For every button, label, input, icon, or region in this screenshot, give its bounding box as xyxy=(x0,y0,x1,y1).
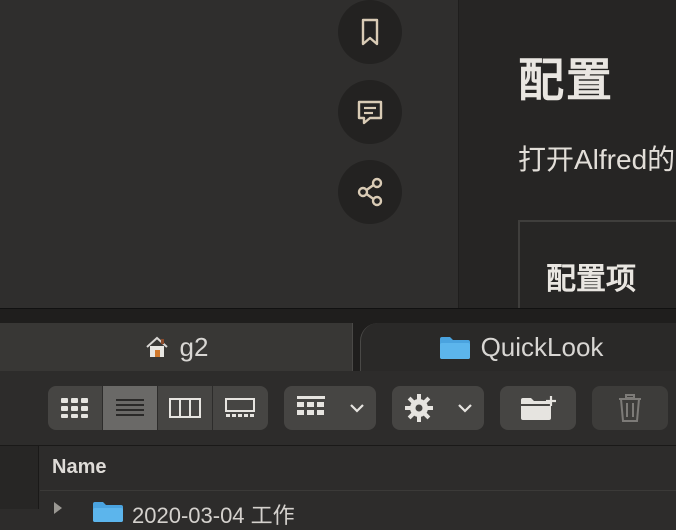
finder-toolbar xyxy=(0,371,676,446)
gear-icon xyxy=(404,394,433,422)
share-button[interactable] xyxy=(338,160,402,224)
list-icon xyxy=(116,399,144,416)
config-table: 配置项 xyxy=(518,220,676,308)
new-folder-button[interactable] xyxy=(500,386,576,430)
share-icon xyxy=(357,177,383,207)
view-mode-control xyxy=(48,386,268,430)
trash-icon xyxy=(619,394,641,422)
gallery-icon xyxy=(225,398,255,417)
web-content-area: 配置 打开Alfred的 配置项 xyxy=(0,0,676,308)
tab-quicklook[interactable]: QuickLook xyxy=(360,323,676,371)
tab-bar: g2 QuickLook xyxy=(0,309,676,371)
article-paragraph: 打开Alfred的 xyxy=(518,144,676,175)
file-name: 2020-03-04 工作 xyxy=(132,503,295,528)
table-header-cell: 配置项 xyxy=(546,263,636,296)
page-title: 配置 xyxy=(518,54,614,106)
column-view-button[interactable] xyxy=(158,386,213,430)
columns-icon xyxy=(169,398,201,418)
chevron-down-icon xyxy=(457,404,472,413)
tab-g2[interactable]: g2 xyxy=(0,323,353,371)
column-header-name[interactable]: Name xyxy=(52,456,106,479)
chevron-down-icon xyxy=(349,404,364,413)
file-list: Name 2020-03-04 工作 xyxy=(0,446,676,528)
folder-icon xyxy=(439,334,471,360)
tab-label: QuickLook xyxy=(480,331,604,362)
folder-icon xyxy=(92,500,124,527)
group-by-button[interactable] xyxy=(284,386,376,430)
sidebar xyxy=(0,446,39,509)
trash-button[interactable] xyxy=(592,386,668,430)
bookmark-icon xyxy=(361,18,379,46)
gallery-view-button[interactable] xyxy=(213,386,267,430)
icon-view-button[interactable] xyxy=(48,386,103,430)
disclosure-triangle-icon[interactable] xyxy=(54,502,62,514)
group-icon xyxy=(296,396,325,415)
tab-label: g2 xyxy=(179,331,209,362)
comment-button[interactable] xyxy=(338,80,402,144)
new-folder-icon xyxy=(521,396,556,420)
action-menu-button[interactable] xyxy=(392,386,484,430)
home-icon xyxy=(144,334,170,360)
list-view-button[interactable] xyxy=(103,386,158,430)
table-row[interactable]: 2020-03-04 工作 xyxy=(40,492,676,528)
comment-icon xyxy=(357,100,383,125)
finder-window: g2 QuickLook Name 2020-03-04 工作 xyxy=(0,308,676,528)
grid-icon xyxy=(61,398,88,418)
bookmark-button[interactable] xyxy=(338,0,402,64)
column-header-row: Name xyxy=(40,446,676,491)
